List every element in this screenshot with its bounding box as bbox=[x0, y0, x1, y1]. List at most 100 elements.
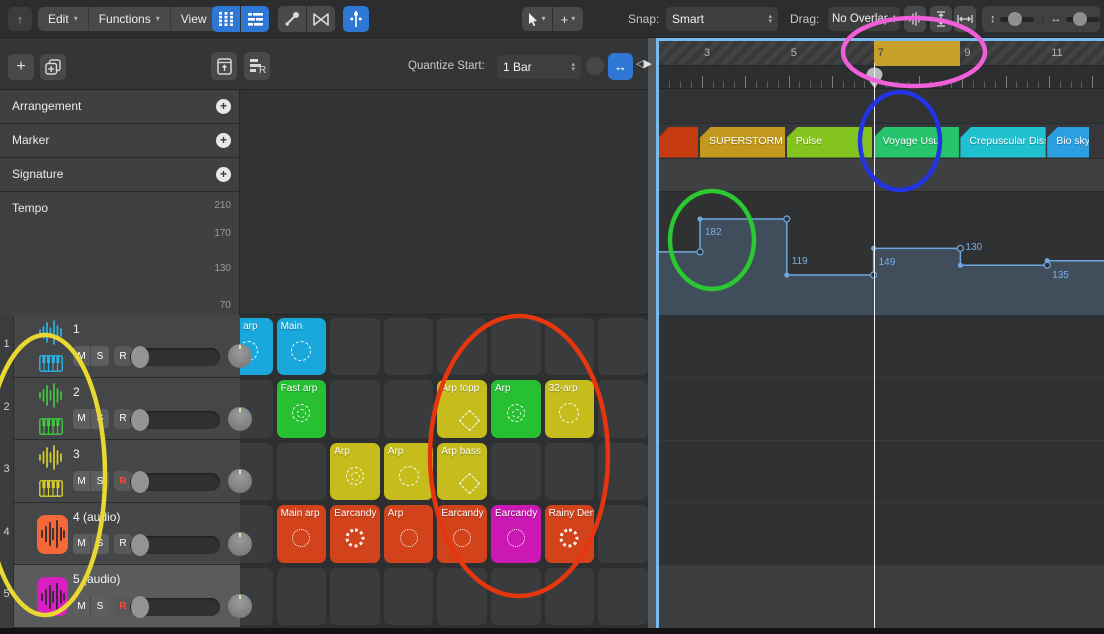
marker-segment[interactable]: Voyage Usu bbox=[874, 127, 959, 158]
track-header[interactable]: 4 (audio)MSR bbox=[14, 503, 240, 566]
marquee-tool-button[interactable] bbox=[278, 6, 306, 32]
empty-cell-slot[interactable] bbox=[598, 318, 648, 376]
empty-cell-slot[interactable] bbox=[437, 568, 487, 626]
track-header[interactable]: 2MSR bbox=[14, 378, 240, 441]
mute-button[interactable]: M bbox=[73, 409, 91, 429]
global-track-signature[interactable]: Signature + bbox=[0, 158, 239, 192]
add-arrangement-button[interactable]: + bbox=[216, 99, 231, 114]
volume-slider[interactable] bbox=[130, 598, 220, 616]
cycle-region[interactable] bbox=[874, 41, 961, 67]
rows-view-button[interactable] bbox=[241, 6, 269, 32]
loop-cell[interactable]: Earcandy bbox=[330, 505, 380, 563]
loop-cell[interactable]: Fast arp bbox=[277, 380, 327, 438]
back-up-button[interactable]: ↑ bbox=[8, 7, 32, 31]
loop-cell[interactable]: Main arp bbox=[277, 505, 327, 563]
solo-button[interactable]: S bbox=[91, 346, 109, 366]
volume-slider-thumb[interactable] bbox=[131, 409, 149, 431]
empty-cell-slot[interactable] bbox=[491, 443, 541, 501]
volume-slider-thumb[interactable] bbox=[131, 346, 149, 368]
track-header[interactable]: 3MSR bbox=[14, 440, 240, 503]
catch-playhead-button[interactable] bbox=[343, 6, 369, 32]
marker-segment[interactable] bbox=[658, 127, 698, 158]
marker-segment[interactable]: Bio sky bbox=[1047, 127, 1089, 158]
global-track-marker[interactable]: Marker + bbox=[0, 124, 239, 158]
tempo-lane[interactable]: 182119149130135 bbox=[658, 192, 1104, 316]
empty-cell-slot[interactable] bbox=[545, 568, 595, 626]
duplicate-scene-button[interactable] bbox=[40, 54, 66, 80]
empty-cell-slot[interactable] bbox=[598, 443, 648, 501]
empty-cell-slot[interactable] bbox=[545, 318, 595, 376]
pointer-tool-button[interactable]: ▾ bbox=[522, 7, 552, 31]
pan-knob[interactable] bbox=[228, 532, 252, 556]
arrange-lane-row[interactable] bbox=[658, 566, 1104, 629]
volume-slider[interactable] bbox=[130, 473, 220, 491]
empty-cell-slot[interactable] bbox=[277, 568, 327, 626]
empty-cell-slot[interactable] bbox=[330, 380, 380, 438]
horizontal-link-button[interactable]: ↔ bbox=[608, 53, 633, 80]
pan-knob[interactable] bbox=[228, 344, 252, 368]
marker-lane[interactable]: SUPERSTORMPulseVoyage UsuCrepuscular Dis… bbox=[658, 124, 1104, 159]
track-header[interactable]: 1MSR bbox=[14, 315, 240, 378]
empty-cell-slot[interactable] bbox=[384, 568, 434, 626]
volume-slider-thumb[interactable] bbox=[131, 471, 149, 493]
solo-button[interactable]: S bbox=[91, 534, 109, 554]
crossfade-tool-button[interactable] bbox=[307, 6, 335, 32]
volume-slider-thumb[interactable] bbox=[131, 534, 149, 556]
signature-lane[interactable] bbox=[658, 159, 1104, 193]
loop-cell[interactable]: Arp bbox=[330, 443, 380, 501]
horizontal-zoom-slider[interactable]: ↔ bbox=[1043, 13, 1104, 25]
divider-grab-icon[interactable]: ◁▶ bbox=[636, 57, 651, 70]
global-track-tempo[interactable]: Tempo 21017013070 bbox=[0, 192, 239, 315]
playhead-line[interactable] bbox=[874, 63, 875, 628]
quantize-start-dropdown[interactable]: 1 Bar ▴▾ bbox=[497, 55, 581, 79]
pan-knob[interactable] bbox=[228, 594, 252, 618]
marker-segment[interactable]: SUPERSTORM bbox=[700, 127, 785, 158]
global-track-arrangement[interactable]: Arrangement + bbox=[0, 90, 239, 124]
volume-slider-thumb[interactable] bbox=[131, 596, 149, 618]
empty-cell-slot[interactable] bbox=[598, 380, 648, 438]
empty-cell-slot[interactable] bbox=[384, 380, 434, 438]
mute-button[interactable]: M bbox=[73, 596, 91, 616]
bar-ruler[interactable]: 357911 bbox=[658, 41, 1104, 67]
solo-button[interactable]: S bbox=[91, 409, 109, 429]
empty-cell-slot[interactable] bbox=[437, 318, 487, 376]
performance-knob[interactable] bbox=[586, 57, 604, 75]
horizontal-zoom-slider-track[interactable] bbox=[1066, 17, 1100, 22]
mute-button[interactable]: M bbox=[73, 534, 91, 554]
pan-knob[interactable] bbox=[228, 407, 252, 431]
arrange-lane-row[interactable] bbox=[658, 378, 1104, 441]
panel-divider[interactable] bbox=[648, 38, 656, 628]
empty-cell-slot[interactable] bbox=[491, 568, 541, 626]
loop-cell[interactable]: Arp bbox=[384, 443, 434, 501]
loop-cell[interactable]: Arp bass bbox=[437, 443, 487, 501]
volume-slider[interactable] bbox=[130, 536, 220, 554]
marker-segment[interactable]: Pulse bbox=[787, 127, 872, 158]
loop-cell[interactable]: Main bbox=[277, 318, 327, 376]
empty-cell-slot[interactable] bbox=[491, 318, 541, 376]
loop-cell[interactable]: Arp bbox=[491, 380, 541, 438]
horizontal-auto-zoom-button[interactable] bbox=[954, 6, 976, 32]
add-marker-button[interactable]: + bbox=[216, 133, 231, 148]
secondary-tool-button[interactable]: + ▾ bbox=[553, 7, 583, 31]
empty-cell-slot[interactable] bbox=[330, 568, 380, 626]
mute-button[interactable]: M bbox=[73, 471, 91, 491]
empty-cell-slot[interactable] bbox=[598, 505, 648, 563]
empty-cell-slot[interactable] bbox=[384, 318, 434, 376]
loop-cell[interactable]: Earcandy bbox=[491, 505, 541, 563]
menu-functions[interactable]: Functions▾ bbox=[89, 7, 171, 31]
volume-slider[interactable] bbox=[130, 411, 220, 429]
arrange-lane-row[interactable] bbox=[658, 316, 1104, 379]
loop-cell[interactable]: Arp topp bbox=[437, 380, 487, 438]
arrange-lane-row[interactable] bbox=[658, 441, 1104, 504]
solo-button[interactable]: S bbox=[91, 471, 109, 491]
menu-edit[interactable]: Edit▾ bbox=[38, 7, 89, 31]
loop-cell[interactable]: Arp bbox=[384, 505, 434, 563]
drag-dropdown[interactable]: No Overlap ▴▾ bbox=[828, 7, 900, 31]
vertical-zoom-slider-track[interactable] bbox=[1000, 17, 1034, 22]
beat-ruler[interactable] bbox=[658, 66, 1104, 89]
show-column-button[interactable] bbox=[211, 52, 237, 80]
empty-cell-slot[interactable] bbox=[330, 318, 380, 376]
add-scene-button[interactable]: + bbox=[8, 54, 34, 80]
solo-button[interactable]: S bbox=[91, 596, 109, 616]
arrange-lane-row[interactable] bbox=[658, 503, 1104, 566]
